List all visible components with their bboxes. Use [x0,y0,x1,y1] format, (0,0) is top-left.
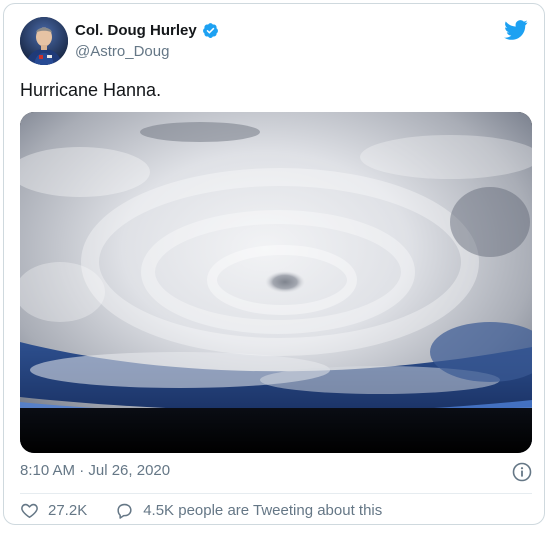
hurricane-image [20,112,532,453]
tweet-photo[interactable] [20,112,532,453]
astronaut-portrait [20,17,68,65]
tweet-timestamp[interactable]: 8:10 AM · Jul 26, 2020 [20,462,170,479]
twitter-bird-icon[interactable] [504,20,528,40]
divider [20,493,532,494]
tweet-card[interactable]: Col. Doug Hurley @Astro_Doug Hurricane H… [3,3,545,525]
avatar[interactable] [20,17,68,65]
tweeting-about-link[interactable]: 4.5K people are Tweeting about this [115,501,382,520]
like-count: 27.2K [48,502,88,519]
heart-icon [21,503,38,518]
user-handle[interactable]: @Astro_Doug [75,43,169,60]
speech-bubble-icon [117,503,132,519]
info-icon[interactable] [512,462,532,482]
tweet-text: Hurricane Hanna. [20,80,162,100]
tweeting-about-text: 4.5K people are Tweeting about this [143,502,383,519]
verified-badge-icon [202,23,218,38]
display-name[interactable]: Col. Doug Hurley [75,22,197,39]
like-button[interactable]: 27.2K [20,501,87,520]
